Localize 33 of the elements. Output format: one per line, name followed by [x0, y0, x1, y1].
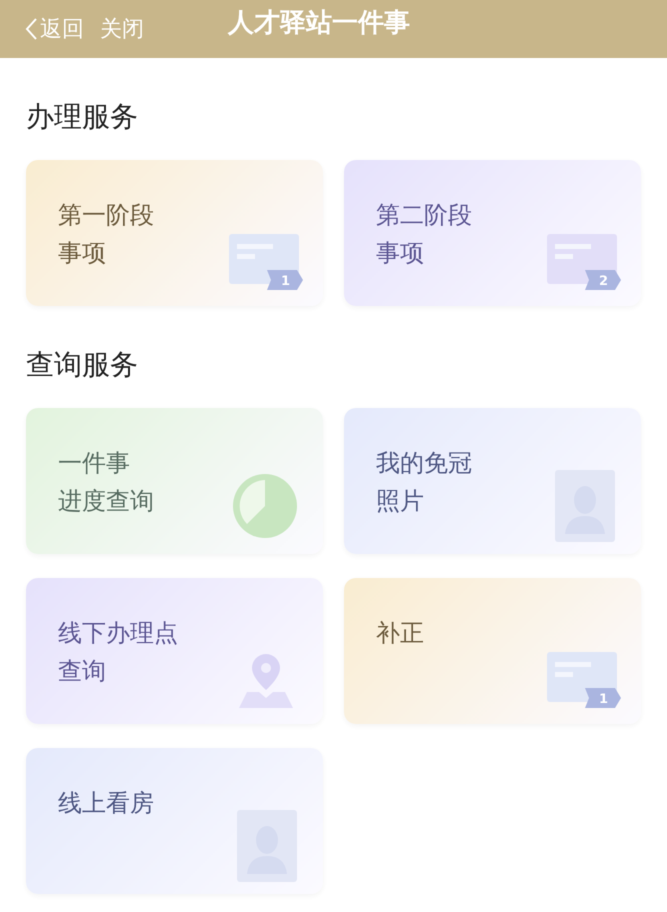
step-number: 2 — [598, 273, 608, 291]
card-label: 进度查询 — [58, 486, 154, 517]
card-label: 补正 — [376, 618, 424, 649]
card-label: 线下办理点 — [58, 618, 178, 649]
card-label: 事项 — [376, 238, 424, 269]
service-card[interactable]: 我的免冠 照片 — [344, 408, 641, 554]
id-photo-icon — [555, 470, 615, 542]
step-number: 1 — [598, 691, 608, 709]
card-label: 事项 — [58, 238, 106, 269]
service-card[interactable]: 1 补正 — [344, 578, 641, 724]
chevron-left-icon — [24, 17, 38, 41]
card-label: 我的免冠 — [376, 448, 472, 479]
card-label: 一件事 — [58, 448, 130, 479]
card-label: 查询 — [58, 656, 106, 687]
form-icon — [545, 650, 621, 710]
card-label: 线上看房 — [58, 788, 154, 819]
map-pin-icon — [239, 652, 293, 708]
page-title: 人才驿站一件事 — [228, 7, 410, 40]
form-icon — [545, 232, 621, 292]
section-title: 办理服务 — [26, 99, 139, 135]
pie-chart-icon — [231, 472, 299, 540]
card-label: 第二阶段 — [376, 200, 472, 231]
id-photo-icon — [237, 810, 297, 882]
form-icon — [227, 232, 303, 292]
service-card[interactable]: 一件事 进度查询 — [26, 408, 323, 554]
service-card[interactable]: 线下办理点 查询 — [26, 578, 323, 724]
service-card[interactable]: 1 第一阶段 事项 — [26, 160, 323, 306]
card-label: 第一阶段 — [58, 200, 154, 231]
service-card[interactable]: 2 第二阶段 事项 — [344, 160, 641, 306]
section-title: 查询服务 — [26, 347, 139, 383]
card-label: 照片 — [376, 486, 424, 517]
step-number: 1 — [280, 273, 290, 291]
service-card[interactable]: 线上看房 — [26, 748, 323, 894]
